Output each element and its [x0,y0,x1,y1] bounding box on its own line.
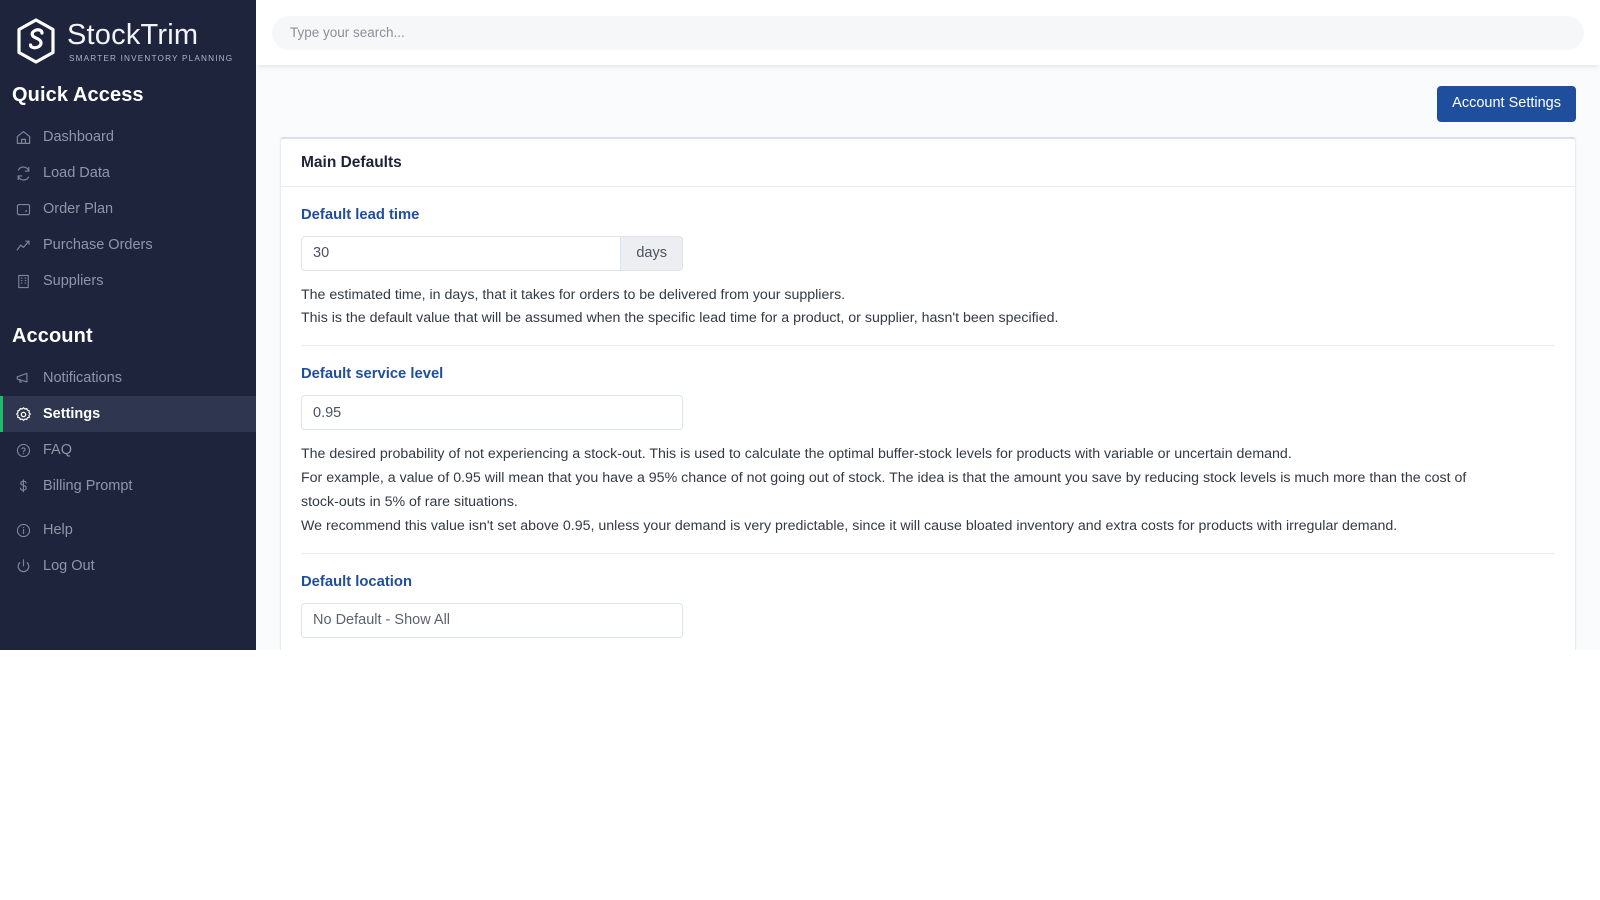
field-default-lead-time: Default lead time days The estimated tim… [301,187,1555,346]
sidebar-item-notifications[interactable]: Notifications [0,360,256,396]
megaphone-icon [14,369,32,387]
sidebar-item-order-plan[interactable]: Order Plan [0,191,256,227]
building-icon [14,272,32,290]
sidebar-item-label: Dashboard [43,129,114,145]
field-label: Default service level [301,366,444,383]
power-icon [14,557,32,575]
sidebar-heading-account: Account [12,325,93,347]
sidebar-item-label: Help [43,522,73,538]
main-area: Account Settings Main Defaults Default l… [256,0,1600,650]
sidebar-item-faq[interactable]: FAQ [0,432,256,468]
sidebar-divider-gap [0,504,256,512]
sidebar-item-label: Load Data [43,165,110,181]
top-bar [256,0,1600,65]
brand-logo-area[interactable]: StockTrim SMARTER INVENTORY PLANNING [0,8,256,66]
help-line: This is the default value that will be a… [301,310,1059,327]
clipboard-icon [14,200,32,218]
main-defaults-card: Main Defaults Default lead time days The… [280,136,1576,651]
content-area: Account Settings Main Defaults Default l… [256,65,1600,650]
help-line: We recommend this value isn't set above … [301,517,1398,534]
sidebar-item-settings[interactable]: Settings [0,396,256,432]
sidebar-item-label: Settings [43,406,101,422]
sidebar-item-label: Log Out [43,558,95,574]
action-bar: Account Settings [280,65,1576,137]
sidebar: StockTrim SMARTER INVENTORY PLANNING Qui… [0,0,256,650]
help-line: The desired probability of not experienc… [301,446,1292,463]
question-circle-icon [14,441,32,459]
help-line: The estimated time, in days, that it tak… [301,286,846,303]
app-window: StockTrim SMARTER INVENTORY PLANNING Qui… [0,0,1600,650]
sidebar-item-load-data[interactable]: Load Data [0,155,256,191]
search-input[interactable] [272,15,1584,50]
sidebar-item-purchase-orders[interactable]: Purchase Orders [0,227,256,263]
page-title: Main Defaults [301,153,402,171]
field-label: Default lead time [301,206,420,223]
sidebar-item-label: Notifications [43,370,122,386]
lead-time-unit-addon: days [621,235,683,271]
brand-tagline: SMARTER INVENTORY PLANNING [69,54,234,63]
sidebar-item-help[interactable]: Help [0,512,256,548]
sidebar-item-label: Purchase Orders [43,237,153,253]
sidebar-item-billing-prompt[interactable]: Billing Prompt [0,468,256,504]
sidebar-item-label: Order Plan [43,201,114,217]
default-lead-time-input[interactable] [301,235,622,271]
sidebar-item-log-out[interactable]: Log Out [0,548,256,584]
account-settings-button[interactable]: Account Settings [1437,86,1576,122]
brand-name: StockTrim [67,19,199,51]
sidebar-heading-quick-access: Quick Access [12,84,144,106]
gear-icon [14,405,32,423]
chart-line-icon [14,236,32,254]
field-help-text: The desired probability of not experienc… [301,443,1491,538]
dollar-icon [14,477,32,495]
card-header: Main Defaults [281,139,1575,187]
home-icon [14,128,32,146]
field-default-location: Default location [301,552,1555,650]
field-help-text: The estimated time, in days, that it tak… [301,284,1491,332]
card-body: Default lead time days The estimated tim… [281,187,1575,651]
info-circle-icon [14,521,32,539]
help-line: For example, a value of 0.95 will mean t… [301,470,1467,510]
sidebar-item-label: Billing Prompt [43,478,133,494]
sidebar-item-suppliers[interactable]: Suppliers [0,263,256,299]
sidebar-item-label: FAQ [43,442,73,458]
field-default-service-level: Default service level The desired probab… [301,345,1555,552]
stocktrim-hexagon-logo-icon [14,18,58,64]
refresh-icon [14,164,32,182]
sidebar-item-dashboard[interactable]: Dashboard [0,119,256,155]
default-service-level-input[interactable] [301,395,683,431]
lead-time-input-group: days [301,235,683,271]
field-label: Default location [301,573,412,590]
default-location-select[interactable] [301,602,683,638]
sidebar-item-label: Suppliers [43,273,104,289]
